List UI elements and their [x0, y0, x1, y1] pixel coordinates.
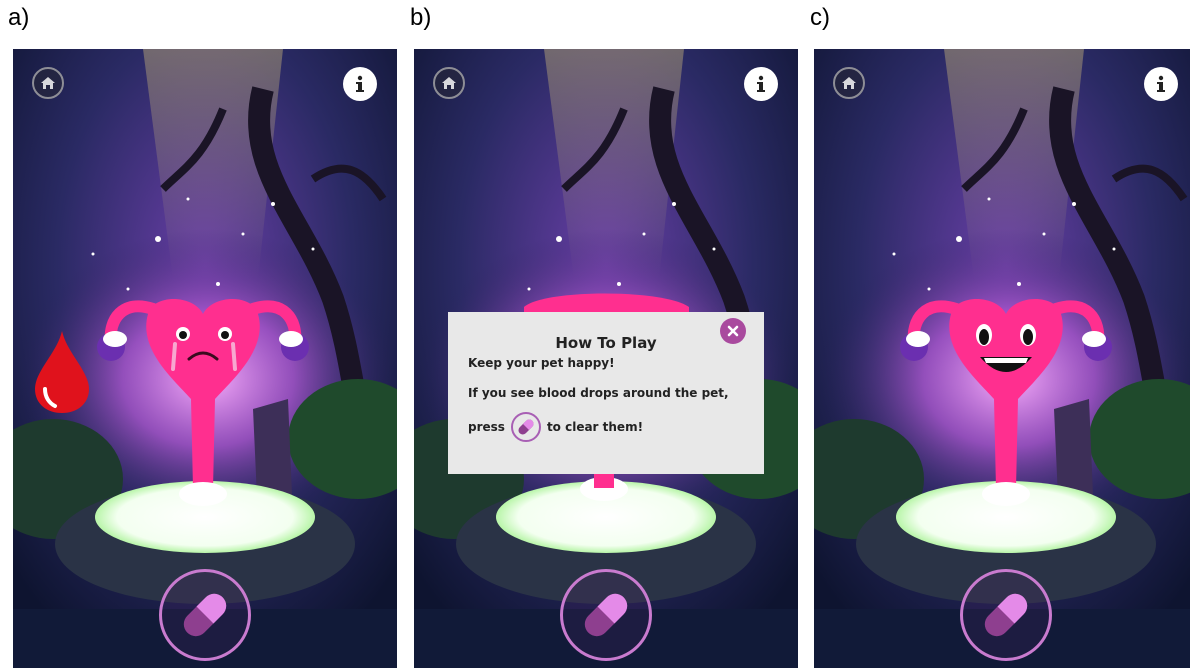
info-button[interactable]: [1144, 67, 1178, 101]
dialog-line-3-before: press: [468, 420, 505, 434]
pet-uterus-happy-icon[interactable]: [896, 289, 1116, 519]
pill-button[interactable]: [159, 569, 251, 661]
dialog-line-1: Keep your pet happy!: [468, 356, 615, 370]
panel-label-c: c): [810, 4, 830, 31]
blood-drop-icon[interactable]: [31, 329, 93, 415]
dialog-line-3-after: to clear them!: [546, 420, 644, 434]
panel-label-b: b): [410, 4, 432, 31]
info-button[interactable]: [343, 67, 377, 101]
info-icon: [757, 75, 765, 92]
info-icon: [356, 75, 364, 92]
dialog-title: How To Play: [555, 334, 657, 352]
pill-icon: [518, 419, 534, 435]
pill-icon: [584, 593, 628, 637]
home-icon: [41, 77, 55, 89]
game-screen-b: How To Play Keep your pet happy! If you …: [414, 49, 798, 668]
home-button[interactable]: [32, 67, 64, 99]
dialog-line-2: If you see blood drops around the pet,: [468, 386, 729, 400]
pill-icon: [984, 593, 1028, 637]
how-to-play-dialog: How To Play Keep your pet happy! If you …: [448, 312, 764, 474]
close-button[interactable]: [720, 318, 746, 344]
pill-button[interactable]: [960, 569, 1052, 661]
home-icon: [842, 77, 856, 89]
home-button[interactable]: [433, 67, 465, 99]
info-button[interactable]: [744, 67, 778, 101]
game-screen-a: [13, 49, 397, 668]
dialog-line-3: press to clear them!: [468, 412, 744, 442]
info-icon: [1157, 75, 1165, 92]
panel-label-a: a): [8, 4, 30, 31]
home-icon: [442, 77, 456, 89]
home-button[interactable]: [833, 67, 865, 99]
pill-button[interactable]: [560, 569, 652, 661]
pill-icon: [183, 593, 227, 637]
inline-pill-icon-wrapper: [510, 412, 541, 442]
game-screen-c: [814, 49, 1190, 668]
close-icon: [727, 325, 739, 337]
pet-uterus-sad-icon[interactable]: [93, 289, 313, 519]
